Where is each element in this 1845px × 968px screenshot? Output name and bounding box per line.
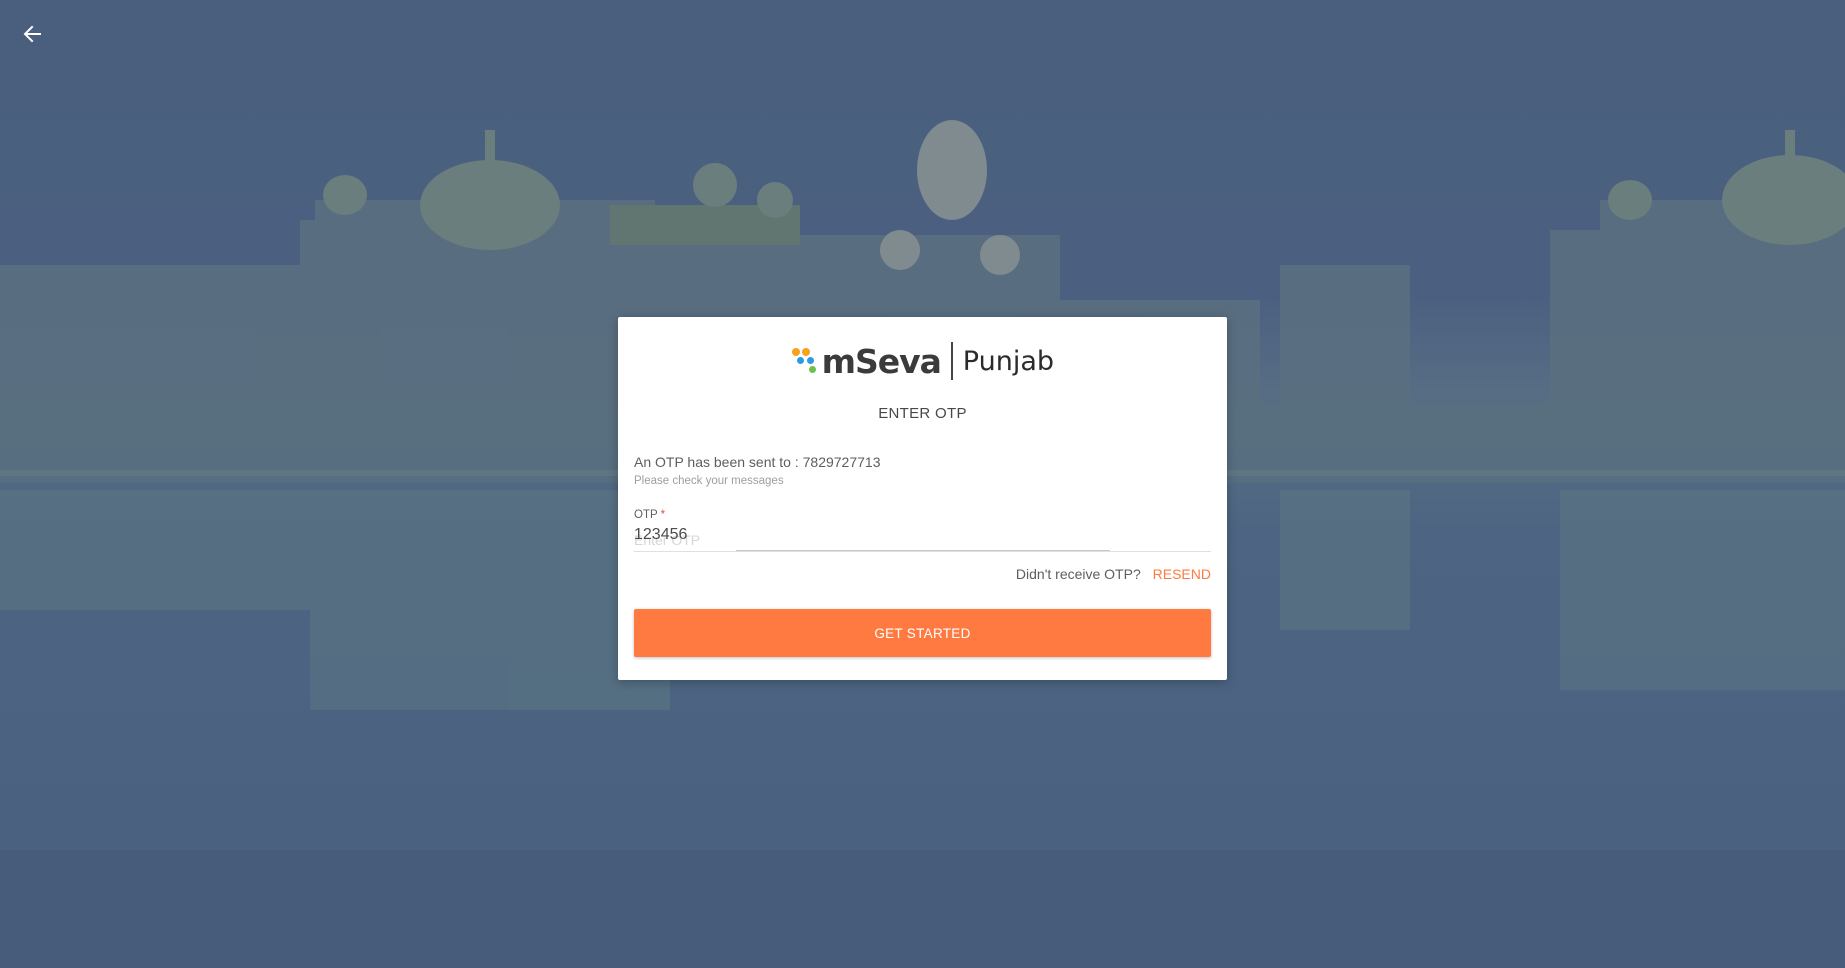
- phone-number: 7829727713: [802, 454, 881, 470]
- logo-divider: [950, 342, 953, 380]
- otp-label-text: OTP: [634, 509, 658, 521]
- arrow-left-icon: [23, 25, 41, 43]
- logo-subtitle: Punjab: [962, 345, 1054, 377]
- otp-field: Enter OTP: [634, 522, 1211, 552]
- otp-field-label: OTP *: [634, 509, 665, 521]
- resend-link[interactable]: RESEND: [1153, 566, 1211, 582]
- otp-input[interactable]: [634, 522, 1211, 548]
- bottom-band: [0, 850, 1845, 968]
- page-title: ENTER OTP: [878, 405, 967, 422]
- required-mark: *: [660, 509, 666, 521]
- otp-underline-focus: [736, 550, 1110, 551]
- get-started-button[interactable]: GET STARTED: [634, 609, 1211, 657]
- back-button[interactable]: [14, 16, 50, 52]
- resend-prompt: Didn't receive OTP?: [1015, 566, 1141, 582]
- login-page: mSeva Punjab ENTER OTP An OTP has been s…: [0, 0, 1845, 968]
- otp-underline: [634, 551, 1211, 552]
- resend-row: Didn't receive OTP? RESEND: [1016, 566, 1211, 582]
- logo-dots-icon: [792, 344, 818, 378]
- logo-word: mSeva: [821, 341, 942, 381]
- otp-sent-prefix: An OTP has been sent to :: [634, 454, 799, 470]
- check-messages-hint: Please check your messages: [634, 475, 784, 487]
- otp-card: mSeva Punjab ENTER OTP An OTP has been s…: [618, 317, 1227, 680]
- otp-sent-message: An OTP has been sent to : 7829727713: [634, 454, 881, 470]
- mseva-logo: mSeva Punjab: [792, 341, 1054, 381]
